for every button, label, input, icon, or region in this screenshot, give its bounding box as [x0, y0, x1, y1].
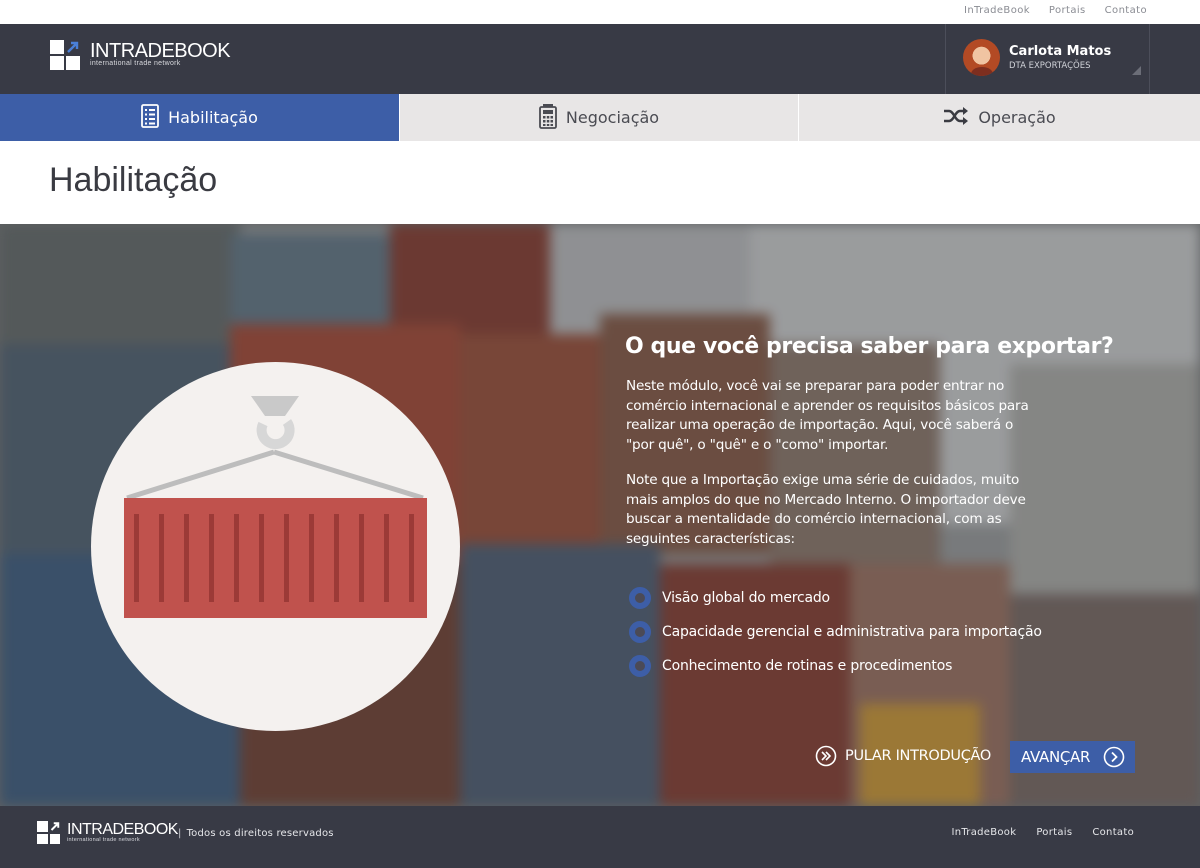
skip-intro-label: PULAR INTRODUÇÃO [845, 748, 992, 764]
user-name: Carlota Matos [1009, 44, 1112, 59]
footer-link-intradebook[interactable]: InTradeBook [951, 827, 1016, 838]
brand-logo[interactable]: INTRADEBOOK international trade network [50, 40, 231, 70]
next-button[interactable]: AVANÇAR [1010, 741, 1135, 773]
chevron-right-circle-icon [1103, 746, 1125, 768]
logo-mark-icon [37, 821, 60, 844]
module-tabs: Habilitação Negociação Operação [0, 94, 1200, 149]
tab-label: Habilitação [168, 108, 258, 127]
tab-label: Negociação [565, 108, 660, 127]
top-links: InTradeBook Portais Contato [964, 5, 1147, 16]
intro-paragraph-1: Neste módulo, você vai se preparar para … [626, 378, 1029, 453]
tab-label: Operação [978, 108, 1056, 127]
calculator-icon [538, 103, 557, 133]
top-utility-bar: InTradeBook Portais Contato [0, 0, 1200, 24]
skip-intro-button[interactable]: PULAR INTRODUÇÃO [815, 745, 991, 767]
user-menu[interactable]: Carlota Matos DTA EXPORTAÇÕES [945, 24, 1150, 94]
intro-hero: O que você precisa saber para exportar? … [0, 224, 1200, 806]
list-item: Capacidade gerencial e administrativa pa… [629, 615, 1042, 649]
top-link-contato[interactable]: Contato [1105, 5, 1147, 16]
tab-negociacao[interactable]: Negociação [399, 94, 798, 141]
shipping-container-crane-icon [124, 396, 427, 618]
footer: INTRADEBOOK international trade network … [0, 806, 1200, 868]
shuffle-icon [943, 106, 969, 130]
footer-link-contato[interactable]: Contato [1092, 827, 1134, 838]
list-item: Visão global do mercado [629, 581, 1042, 615]
list-item-text: Capacidade gerencial e administrativa pa… [662, 624, 1042, 640]
checklist-icon [141, 103, 159, 132]
footer-links: InTradeBook Portais Contato [951, 827, 1134, 838]
footer-link-portais[interactable]: Portais [1036, 827, 1072, 838]
avatar [963, 39, 1000, 76]
double-chevron-right-icon [815, 745, 837, 767]
tab-operacao[interactable]: Operação [798, 94, 1200, 141]
list-item-text: Conhecimento de rotinas e procedimentos [662, 658, 953, 674]
footer-logo[interactable]: INTRADEBOOK international trade network [37, 821, 178, 844]
page-title: Habilitação [49, 161, 218, 199]
list-item: Conhecimento de rotinas e procedimentos [629, 649, 1042, 683]
copyright-text: Todos os direitos reservados [178, 828, 334, 839]
brand-text: INTRADEBOOK international trade network [90, 40, 231, 67]
top-link-intradebook[interactable]: InTradeBook [964, 5, 1030, 16]
main-header: INTRADEBOOK international trade network … [0, 24, 1200, 94]
bullet-icon [629, 587, 651, 609]
user-role: DTA EXPORTAÇÕES [1009, 61, 1091, 71]
list-item-text: Visão global do mercado [662, 590, 830, 606]
top-link-portais[interactable]: Portais [1049, 5, 1086, 16]
bullet-icon [629, 655, 651, 677]
characteristics-list: Visão global do mercado Capacidade geren… [629, 581, 1042, 683]
dropdown-caret-icon[interactable] [1132, 66, 1141, 75]
title-bar: Habilitação [0, 141, 1200, 224]
next-button-label: AVANÇAR [1021, 748, 1091, 766]
footer-brand-text: INTRADEBOOK international trade network [67, 821, 178, 843]
tab-habilitacao[interactable]: Habilitação [0, 94, 399, 149]
bullet-icon [629, 621, 651, 643]
intro-paragraph-2: Note que a Importação exige uma série de… [626, 472, 1026, 547]
intro-heading: O que você precisa saber para exportar? [625, 334, 1114, 359]
illustration-circle [91, 362, 460, 731]
logo-mark-icon [50, 40, 80, 70]
brand-name: INTRADEBOOK [90, 40, 231, 62]
